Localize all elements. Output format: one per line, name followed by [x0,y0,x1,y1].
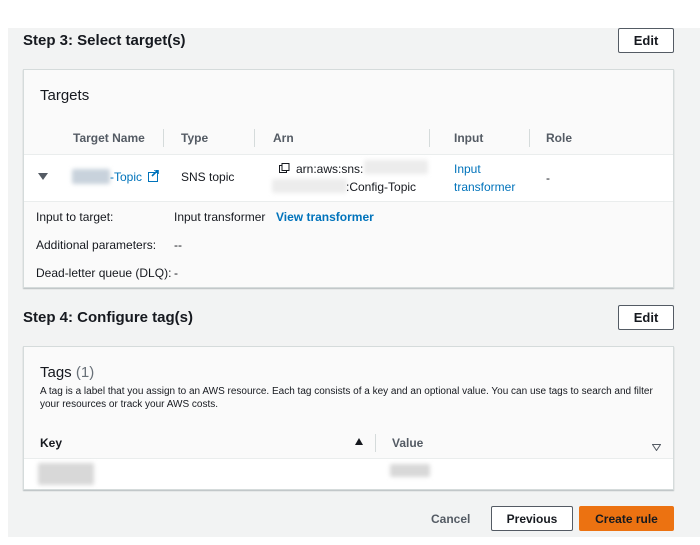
additional-params-value: -- [174,238,182,252]
step3-title: Step 3: Select target(s) [23,32,186,49]
col-value[interactable]: Value [392,436,423,450]
col-role[interactable]: Role [546,131,572,145]
targets-table-header: Target Name Type Arn Input Role [24,122,673,155]
tags-panel: Tags (1) A tag is a label that you assig… [23,346,674,490]
external-link-icon[interactable] [148,170,160,182]
view-transformer-link[interactable]: View transformer [276,210,374,224]
targets-panel-header: Targets [24,70,673,123]
input-to-target-label: Input to target: [36,210,114,224]
sort-ascending-icon[interactable] [355,438,363,445]
cancel-button[interactable]: Cancel [431,512,470,526]
input-transformer-link[interactable]: Input transformer [454,162,515,194]
target-details: Input to target: Input transformer View … [24,202,673,287]
input-link-line1[interactable]: Input [454,162,515,176]
table-row: -Topic SNS topic arn:aws:sns: :Config-To… [24,154,673,202]
arn-line2: :Config-Topic [346,180,417,194]
target-type: SNS topic [181,170,235,184]
col-key[interactable]: Key [40,436,62,450]
targets-panel-title: Targets [40,87,90,104]
target-name-text[interactable]: -Topic [110,170,142,184]
column-divider [429,129,430,147]
redacted-tag-key [38,463,94,485]
column-divider [254,129,255,147]
tags-description: A tag is a label that you assign to an A… [40,386,653,410]
step4-edit-button[interactable]: Edit [618,305,674,330]
column-divider [375,434,376,452]
col-input[interactable]: Input [454,131,483,145]
step3-edit-button[interactable]: Edit [618,28,674,53]
target-name-link[interactable]: -Topic [110,170,160,184]
targets-panel: Targets Target Name Type Arn Input Role … [23,69,674,288]
col-arn[interactable]: Arn [273,131,294,145]
dlq-value: - [174,266,178,280]
arn-line1: arn:aws:sns: [296,162,364,176]
tags-table-header: Key Value [24,427,673,459]
redacted-arn-part [272,179,347,193]
redacted-name [72,169,110,184]
input-to-target-value: Input transformer [174,210,266,224]
column-divider [529,129,530,147]
create-rule-button[interactable]: Create rule [579,506,674,531]
redacted-tag-value [390,464,430,477]
col-target-name[interactable]: Target Name [73,131,145,145]
dlq-label: Dead-letter queue (DLQ): [36,266,172,280]
tags-count: (1) [75,364,95,381]
target-role: - [546,171,550,185]
column-divider [163,129,164,147]
sort-icon[interactable] [651,438,662,456]
input-link-line2[interactable]: transformer [454,180,515,194]
previous-button[interactable]: Previous [491,506,573,531]
expand-row-icon[interactable] [38,173,48,180]
copy-icon[interactable] [279,161,290,173]
step4-title: Step 4: Configure tag(s) [23,309,194,326]
tags-panel-header: Tags (1) A tag is a label that you assig… [24,347,673,428]
additional-params-label: Additional parameters: [36,238,157,252]
table-row [24,459,673,490]
redacted-arn-part [364,160,428,174]
col-type[interactable]: Type [181,131,208,145]
tags-title-text: Tags [40,364,72,381]
tags-panel-title: Tags (1) [40,364,94,381]
